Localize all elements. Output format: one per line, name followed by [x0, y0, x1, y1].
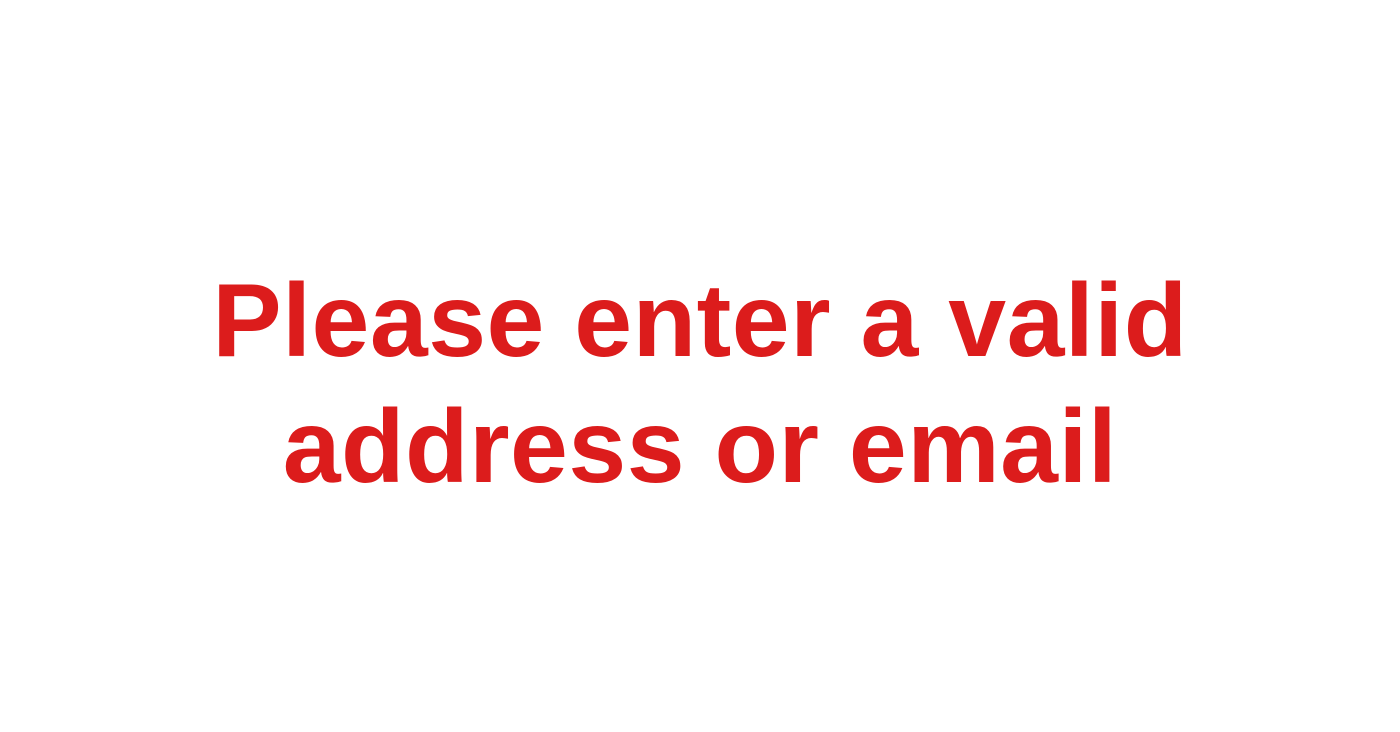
- validation-error-message: Please enter a valid address or email: [0, 258, 1400, 510]
- error-message-line-2: address or email: [282, 389, 1118, 505]
- error-message-line-1: Please enter a valid: [212, 263, 1188, 379]
- error-page: Please enter a valid address or email: [0, 0, 1400, 732]
